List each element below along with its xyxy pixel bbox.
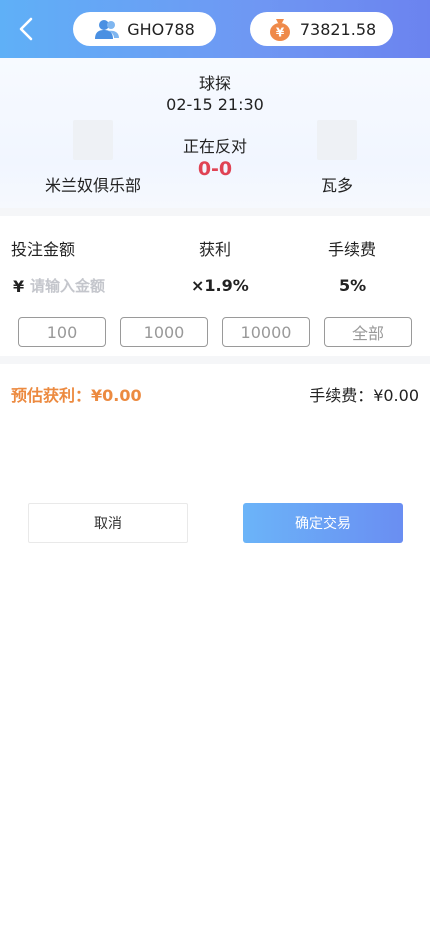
balance-pill[interactable]: ¥ 73821.58 (250, 12, 393, 46)
match-info: 球探 02-15 21:30 正在反对 0-0 米兰奴俱乐部 瓦多 (0, 58, 430, 208)
user-pill[interactable]: GHO788 (73, 12, 216, 46)
match-time: 02-15 21:30 (166, 95, 264, 114)
profit-label: 获利 (199, 240, 232, 259)
confirm-trade-button[interactable]: 确定交易 (243, 503, 403, 543)
fee-rate: 5% (339, 276, 367, 295)
svg-text:¥: ¥ (276, 26, 285, 40)
home-team-name: 米兰奴俱乐部 (45, 176, 142, 195)
back-icon[interactable] (14, 15, 40, 43)
amount-label: 投注金额 (11, 240, 76, 259)
user-icon (94, 16, 120, 42)
quick-amount-all-button[interactable]: 全部 (324, 317, 412, 347)
section-divider (0, 208, 430, 216)
quick-amount-100-button[interactable]: 100 (18, 317, 106, 347)
estimated-profit: 预估获利：¥0.00 (11, 386, 142, 405)
username-text: GHO788 (127, 19, 195, 39)
bet-form: 投注金额 获利 手续费 ¥ ×1.9% 5% 100 1000 10000 全部 (0, 216, 430, 356)
fee-label: 手续费 (328, 240, 377, 259)
currency-symbol: ¥ (13, 277, 25, 296)
top-bar: GHO788 ¥ 73821.58 (0, 0, 430, 58)
balance-text: 73821.58 (299, 19, 377, 39)
quick-amount-10000-button[interactable]: 10000 (222, 317, 310, 347)
profit-rate: ×1.9% (191, 276, 249, 295)
fee-total: 手续费：¥0.00 (309, 386, 419, 405)
away-team-name: 瓦多 (321, 176, 354, 195)
money-bag-icon: ¥ (267, 16, 293, 42)
section-divider (0, 356, 430, 364)
amount-input[interactable] (30, 273, 170, 299)
quick-amount-1000-button[interactable]: 1000 (120, 317, 208, 347)
match-title: 球探 (198, 74, 231, 93)
match-status: 正在反对 (182, 137, 247, 156)
cancel-button[interactable]: 取消 (28, 503, 188, 543)
